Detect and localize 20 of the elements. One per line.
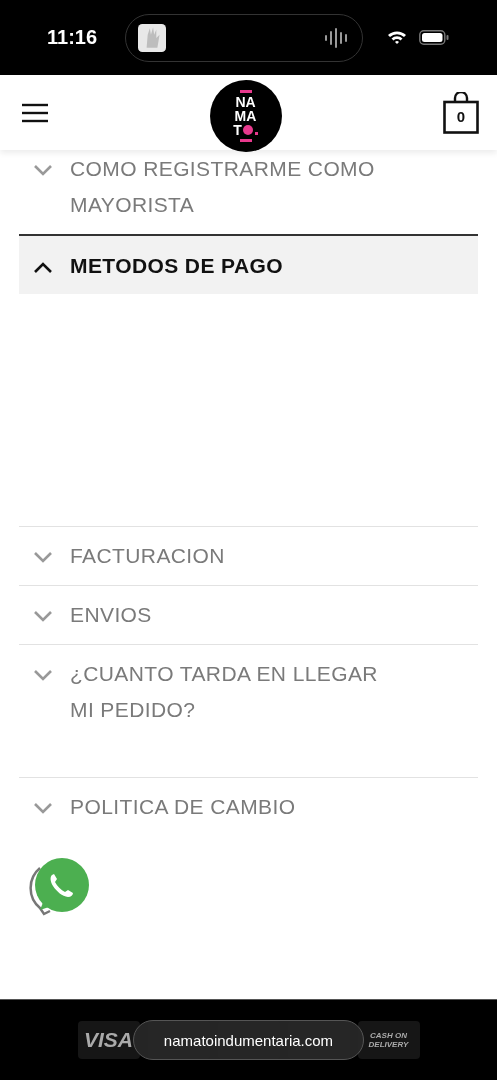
url-bar[interactable]: namatoindumentaria.com (133, 1020, 364, 1060)
wifi-icon (387, 30, 407, 45)
whatsapp-button[interactable] (26, 856, 92, 918)
accordion-header-expanded[interactable]: METODOS DE PAGO (19, 234, 478, 294)
battery-icon (419, 30, 449, 45)
chevron-down-icon (33, 164, 53, 176)
chevron-down-icon (33, 802, 53, 814)
accordion-item[interactable]: ENVIOS (19, 585, 478, 644)
brand-logo[interactable]: NA MA T (209, 79, 282, 152)
chevron-down-icon (33, 610, 53, 622)
accordion-item[interactable]: FACTURACION (19, 526, 478, 585)
chevron-down-icon (33, 551, 53, 563)
chevron-down-icon (33, 669, 53, 681)
waveform-icon (324, 27, 350, 48)
accordion-item[interactable]: ¿CUANTO TARDA EN LLEGAR MI PEDIDO? (19, 644, 478, 777)
status-time: 11:16 (47, 26, 99, 49)
accordion-item[interactable]: COMO REGISTRARME COMO MAYORISTA (19, 150, 478, 234)
menu-button[interactable] (22, 102, 48, 123)
chevron-up-icon (33, 261, 53, 273)
accordion-item[interactable]: POLITICA DE CAMBIO (19, 777, 478, 836)
